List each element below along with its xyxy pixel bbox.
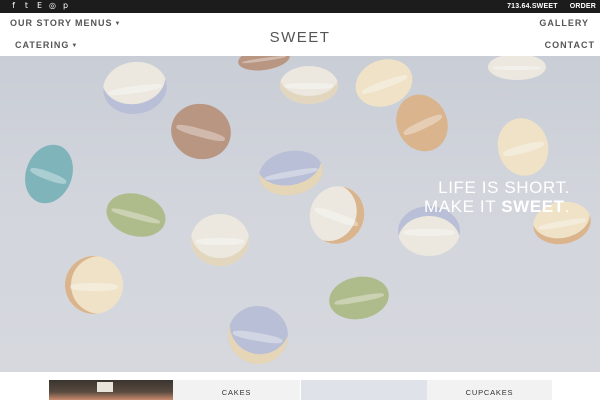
macaron-image — [325, 272, 393, 324]
chevron-down-icon: ▼ — [114, 21, 122, 27]
macaron-image — [491, 112, 555, 182]
macaron-image — [301, 178, 373, 252]
macaron-image — [65, 256, 123, 314]
nav-gallery[interactable]: GALLERY — [539, 18, 589, 28]
macaron-image — [223, 301, 293, 369]
nav-our-story[interactable]: OUR STORY — [10, 18, 72, 28]
nav-menus-label: MENUS — [75, 18, 113, 28]
category-tiles: CAKES CUPCAKES — [0, 372, 600, 400]
tagline-suffix: . — [564, 197, 570, 216]
order-link[interactable]: ORDER — [570, 3, 596, 10]
nav-menus[interactable]: MENUS ▼ — [75, 18, 121, 28]
tagline-prefix: MAKE IT — [423, 197, 502, 216]
macaron-image — [99, 57, 171, 119]
instagram-icon[interactable]: ◎ — [48, 1, 57, 11]
macaron-image — [101, 186, 171, 244]
macaron-image — [17, 137, 81, 211]
cupcake-photo-tile[interactable] — [301, 380, 427, 400]
cake-photo-tile[interactable] — [49, 380, 173, 400]
cakes-tile[interactable]: CAKES — [173, 380, 300, 400]
hero-banner: LIFE IS SHORT. MAKE IT SWEET. — [0, 56, 600, 372]
tagline-line-1: LIFE IS SHORT. — [438, 178, 570, 197]
macaron-image — [191, 214, 249, 266]
macaron-image — [164, 97, 238, 166]
cupcakes-label: CUPCAKES — [465, 388, 514, 397]
social-links: f t E ◎ p — [9, 1, 70, 11]
macaron-image — [236, 56, 292, 74]
cupcakes-tile[interactable]: CUPCAKES — [427, 380, 552, 400]
nav-contact[interactable]: CONTACT — [545, 40, 595, 50]
macaron-image — [255, 145, 327, 201]
phone-link[interactable]: 713.64.SWEET — [507, 3, 558, 10]
cake-photo-highlight — [97, 382, 113, 392]
twitter-icon[interactable]: t — [22, 1, 31, 11]
pinterest-icon[interactable]: p — [61, 1, 70, 11]
hero-tagline: LIFE IS SHORT. MAKE IT SWEET. — [424, 178, 570, 216]
tagline-emphasis: SWEET — [501, 197, 565, 216]
cakes-label: CAKES — [221, 388, 252, 397]
brand-logo[interactable]: SWEET — [0, 29, 600, 46]
site-header: OUR STORY MENUS ▼ CATERING ▼ SWEET GALLERY… — [0, 13, 600, 56]
tagline-line-2: MAKE IT SWEET. — [424, 197, 570, 216]
macaron-image — [280, 66, 338, 104]
top-bar: f t E ◎ p 713.64.SWEET ORDER — [0, 0, 600, 13]
facebook-icon[interactable]: f — [9, 1, 18, 11]
yelp-icon[interactable]: E — [35, 1, 44, 11]
macaron-image — [488, 56, 546, 80]
